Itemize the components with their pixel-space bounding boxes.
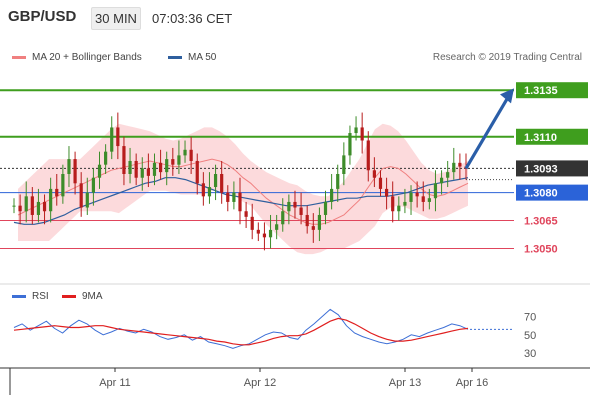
candle-body	[391, 196, 395, 212]
candle-body	[42, 201, 47, 212]
candle-body	[421, 196, 425, 202]
candle-body	[250, 216, 254, 230]
candle-body	[378, 177, 383, 189]
price-tag-text: 1.3065	[524, 216, 558, 228]
candle-body	[409, 192, 413, 202]
candle-body	[287, 201, 291, 212]
projection-arrow-shaft	[464, 96, 510, 170]
candle-body	[268, 229, 273, 238]
candle-body	[24, 196, 28, 212]
candle-body	[427, 198, 431, 202]
x-tick-label: Apr 11	[99, 377, 131, 389]
candle-body	[122, 146, 126, 174]
price-tag-text: 1.3135	[524, 85, 558, 97]
candle-body	[348, 133, 352, 156]
candle-body	[458, 162, 462, 167]
candle-body	[85, 192, 89, 208]
candle-body	[61, 174, 65, 197]
candle-body	[134, 160, 138, 178]
candle-body	[311, 226, 315, 230]
candle-body	[110, 127, 114, 152]
candle-body	[354, 127, 358, 134]
candle-body	[384, 188, 389, 197]
candle-body	[152, 162, 157, 176]
candle-body	[415, 192, 419, 197]
candle-body	[372, 170, 376, 178]
candle-body	[116, 127, 120, 147]
candle-body	[256, 229, 260, 234]
bollinger-band	[18, 123, 468, 255]
rsi-tick-50: 50	[524, 330, 536, 342]
candle-body	[30, 196, 34, 215]
candle-body	[452, 162, 456, 173]
candle-body	[128, 160, 132, 174]
candle-body	[299, 207, 303, 215]
candle-body	[67, 159, 71, 174]
price-tag-1.3093: 1.3093	[516, 160, 588, 177]
candle-body	[275, 224, 279, 230]
candle-body	[281, 211, 285, 225]
candle-body	[433, 183, 438, 199]
candle-body	[207, 187, 212, 197]
price-chart: 1.3135 1.3110 1.3093 1.3080 1.3065 1.3050 30 50…	[0, 82, 590, 395]
candle-body	[97, 164, 102, 178]
candle-body	[140, 168, 144, 178]
candle-body	[226, 192, 230, 202]
x-tick-label: Apr 13	[389, 377, 421, 389]
price-tag-1.3080: 1.3080	[516, 184, 588, 201]
candle-body	[262, 233, 267, 238]
price-tag-1.3065: 1.3065	[524, 216, 558, 228]
candle-body	[36, 201, 41, 215]
candle-body	[171, 159, 175, 165]
price-tag-1.3050: 1.3050	[524, 243, 558, 255]
x-tick-label: Apr 12	[244, 377, 276, 389]
rsi-tick-30: 30	[524, 348, 536, 360]
price-tag-1.3110: 1.3110	[516, 128, 588, 145]
candle-body	[220, 174, 224, 193]
candle-body	[323, 201, 328, 215]
candle-body	[244, 211, 248, 217]
candle-body	[305, 214, 309, 227]
candle-body	[293, 201, 297, 208]
candle-body	[439, 177, 444, 184]
rsi-ma9-line	[13, 317, 469, 346]
candle-body	[446, 172, 450, 178]
rsi-tick-70: 70	[524, 312, 536, 324]
candle-body	[183, 149, 187, 156]
candle-body	[397, 205, 401, 212]
price-tag-text: 1.3093	[524, 163, 558, 175]
candle-body	[158, 162, 163, 173]
candle-body	[195, 160, 199, 184]
price-tag-text: 1.3080	[524, 188, 558, 200]
candle-body	[360, 127, 364, 141]
candle-body	[165, 159, 169, 173]
rsi-line	[13, 308, 469, 349]
candle-body	[330, 188, 334, 202]
candle-body	[73, 159, 77, 184]
candle-body	[336, 174, 340, 189]
candle-body	[238, 192, 242, 212]
candle-body	[201, 183, 205, 197]
candle-body	[12, 205, 16, 207]
x-tick-label: Apr 16	[456, 377, 488, 389]
candle-body	[146, 168, 150, 176]
candle-body	[232, 192, 236, 202]
candle-body	[189, 149, 193, 161]
candle-body	[342, 155, 346, 174]
candle-body	[91, 177, 96, 193]
price-tag-1.3135: 1.3135	[516, 82, 588, 99]
candle-body	[317, 214, 322, 230]
candle-body	[366, 140, 370, 171]
candle-body	[79, 183, 83, 208]
candle-body	[55, 188, 59, 197]
candle-body	[403, 201, 407, 206]
candle-body	[49, 188, 53, 212]
candle-body	[104, 151, 108, 165]
candle-body	[213, 174, 218, 188]
price-tag-text: 1.3050	[524, 243, 558, 255]
candle-body	[177, 155, 181, 165]
candle-body	[18, 205, 22, 212]
price-tag-text: 1.3110	[524, 132, 557, 144]
